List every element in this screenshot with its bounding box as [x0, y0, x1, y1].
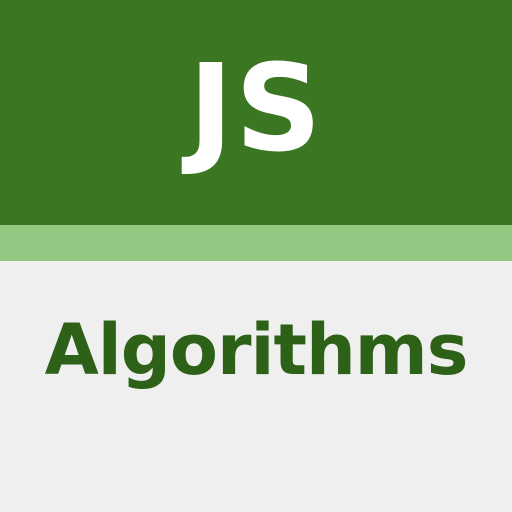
top-band: JS: [0, 0, 512, 225]
bottom-panel: Algorithms: [0, 261, 512, 512]
js-algorithms-logo: JS Algorithms: [0, 0, 512, 512]
logo-title: JS: [188, 39, 324, 179]
logo-subtitle: Algorithms: [44, 309, 469, 391]
accent-stripe: [0, 225, 512, 261]
